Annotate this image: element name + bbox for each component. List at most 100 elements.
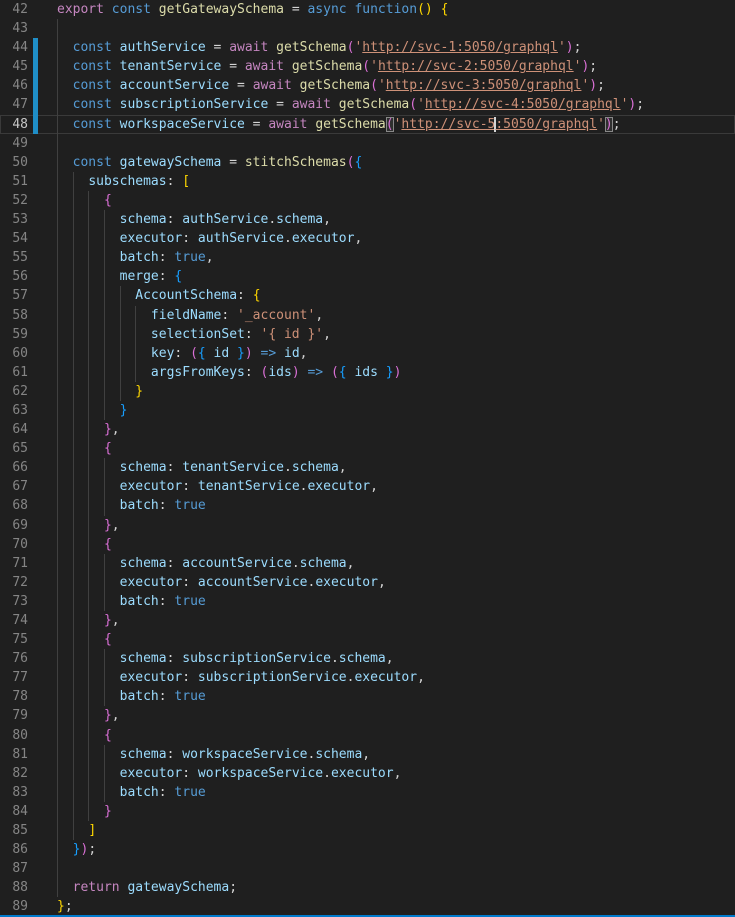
- line-number[interactable]: 86: [0, 840, 28, 859]
- code-line[interactable]: 51 subschemas: [: [0, 172, 735, 191]
- modified-lines-indicator[interactable]: [33, 38, 38, 57]
- line-number[interactable]: 84: [0, 802, 28, 821]
- line-number[interactable]: 71: [0, 554, 28, 573]
- url-link-token[interactable]: http://svc-1:5050/graphql: [362, 40, 558, 55]
- code-line[interactable]: 82 executor: workspaceService.executor,: [0, 764, 735, 783]
- code-line[interactable]: 73 batch: true: [0, 592, 735, 611]
- code-line[interactable]: 58 fieldName: '_account',: [0, 306, 735, 325]
- code-line[interactable]: 88 return gatewaySchema;: [0, 878, 735, 897]
- line-number[interactable]: 50: [0, 153, 28, 172]
- line-number[interactable]: 47: [0, 95, 28, 114]
- modified-lines-indicator[interactable]: [33, 57, 38, 76]
- line-number[interactable]: 64: [0, 420, 28, 439]
- line-number[interactable]: 83: [0, 783, 28, 802]
- code-line[interactable]: 54 executor: authService.executor,: [0, 229, 735, 248]
- code-line[interactable]: 50 const gatewaySchema = stitchSchemas({: [0, 153, 735, 172]
- code-line[interactable]: 56 merge: {: [0, 267, 735, 286]
- line-number[interactable]: 72: [0, 573, 28, 592]
- line-number[interactable]: 61: [0, 363, 28, 382]
- code-line[interactable]: 59 selectionSet: '{ id }',: [0, 325, 735, 344]
- line-number[interactable]: 59: [0, 325, 28, 344]
- line-number[interactable]: 74: [0, 611, 28, 630]
- line-number[interactable]: 81: [0, 745, 28, 764]
- code-line[interactable]: 83 batch: true: [0, 783, 735, 802]
- code-line[interactable]: 55 batch: true,: [0, 248, 735, 267]
- line-number[interactable]: 89: [0, 897, 28, 916]
- line-number[interactable]: 66: [0, 458, 28, 477]
- line-number[interactable]: 42: [0, 0, 28, 19]
- line-number[interactable]: 46: [0, 76, 28, 95]
- code-line[interactable]: 81 schema: workspaceService.schema,: [0, 745, 735, 764]
- line-number[interactable]: 52: [0, 191, 28, 210]
- modified-lines-indicator[interactable]: [33, 115, 38, 134]
- line-number[interactable]: 48: [0, 115, 28, 134]
- line-number[interactable]: 76: [0, 649, 28, 668]
- url-link-token[interactable]: http://svc-4:5050/graphql: [425, 97, 621, 112]
- code-line[interactable]: 65 {: [0, 439, 735, 458]
- code-line[interactable]: 68 batch: true: [0, 496, 735, 515]
- line-number[interactable]: 87: [0, 859, 28, 878]
- code-line[interactable]: 62 }: [0, 382, 735, 401]
- code-line[interactable]: 60 key: ({ id }) => id,: [0, 344, 735, 363]
- code-line[interactable]: 89};: [0, 897, 735, 916]
- code-line[interactable]: 76 schema: subscriptionService.schema,: [0, 649, 735, 668]
- url-link-token[interactable]: http://svc-2:5050/graphql: [378, 59, 574, 74]
- code-line[interactable]: 77 executor: subscriptionService.executo…: [0, 668, 735, 687]
- code-line[interactable]: 53 schema: authService.schema,: [0, 210, 735, 229]
- code-line[interactable]: 78 batch: true: [0, 687, 735, 706]
- code-line[interactable]: 66 schema: tenantService.schema,: [0, 458, 735, 477]
- line-number[interactable]: 60: [0, 344, 28, 363]
- line-number[interactable]: 63: [0, 401, 28, 420]
- code-line[interactable]: 49: [0, 134, 735, 153]
- code-line[interactable]: 43: [0, 19, 735, 38]
- code-line[interactable]: 86 });: [0, 840, 735, 859]
- line-number[interactable]: 65: [0, 439, 28, 458]
- code-line[interactable]: 79 },: [0, 706, 735, 725]
- code-line[interactable]: 80 {: [0, 726, 735, 745]
- code-line[interactable]: 72 executor: accountService.executor,: [0, 573, 735, 592]
- line-number[interactable]: 51: [0, 172, 28, 191]
- code-line[interactable]: 63 }: [0, 401, 735, 420]
- code-line[interactable]: 84 }: [0, 802, 735, 821]
- code-line[interactable]: 74 },: [0, 611, 735, 630]
- line-number[interactable]: 43: [0, 19, 28, 38]
- code-line[interactable]: 71 schema: accountService.schema,: [0, 554, 735, 573]
- line-number[interactable]: 56: [0, 267, 28, 286]
- code-line[interactable]: 52 {: [0, 191, 735, 210]
- code-line[interactable]: 69 },: [0, 516, 735, 535]
- line-number[interactable]: 44: [0, 38, 28, 57]
- url-link-token[interactable]: :5050/graphql: [495, 117, 597, 132]
- modified-lines-indicator[interactable]: [33, 95, 38, 114]
- code-line[interactable]: 85 ]: [0, 821, 735, 840]
- line-number[interactable]: 58: [0, 306, 28, 325]
- line-number[interactable]: 57: [0, 286, 28, 305]
- line-number[interactable]: 55: [0, 248, 28, 267]
- code-line[interactable]: 44 const authService = await getSchema('…: [0, 38, 735, 57]
- line-number[interactable]: 49: [0, 134, 28, 153]
- code-editor[interactable]: 42export const getGatewaySchema = async …: [0, 0, 735, 917]
- line-number[interactable]: 68: [0, 496, 28, 515]
- line-number[interactable]: 80: [0, 726, 28, 745]
- line-number[interactable]: 70: [0, 535, 28, 554]
- line-number[interactable]: 88: [0, 878, 28, 897]
- modified-lines-indicator[interactable]: [33, 76, 38, 95]
- line-number[interactable]: 69: [0, 516, 28, 535]
- code-line[interactable]: 64 },: [0, 420, 735, 439]
- line-number[interactable]: 54: [0, 229, 28, 248]
- line-number[interactable]: 73: [0, 592, 28, 611]
- code-line[interactable]: 48 const workspaceService = await getSch…: [0, 115, 735, 134]
- line-number[interactable]: 75: [0, 630, 28, 649]
- line-number[interactable]: 82: [0, 764, 28, 783]
- line-number[interactable]: 78: [0, 687, 28, 706]
- code-line[interactable]: 42export const getGatewaySchema = async …: [0, 0, 735, 19]
- line-number[interactable]: 67: [0, 477, 28, 496]
- line-number[interactable]: 77: [0, 668, 28, 687]
- url-link-token[interactable]: http://svc-3:5050/graphql: [386, 78, 582, 93]
- line-number[interactable]: 85: [0, 821, 28, 840]
- code-line[interactable]: 67 executor: tenantService.executor,: [0, 477, 735, 496]
- line-number[interactable]: 62: [0, 382, 28, 401]
- code-line[interactable]: 75 {: [0, 630, 735, 649]
- code-line[interactable]: 47 const subscriptionService = await get…: [0, 95, 735, 114]
- code-line[interactable]: 45 const tenantService = await getSchema…: [0, 57, 735, 76]
- code-line[interactable]: 87: [0, 859, 735, 878]
